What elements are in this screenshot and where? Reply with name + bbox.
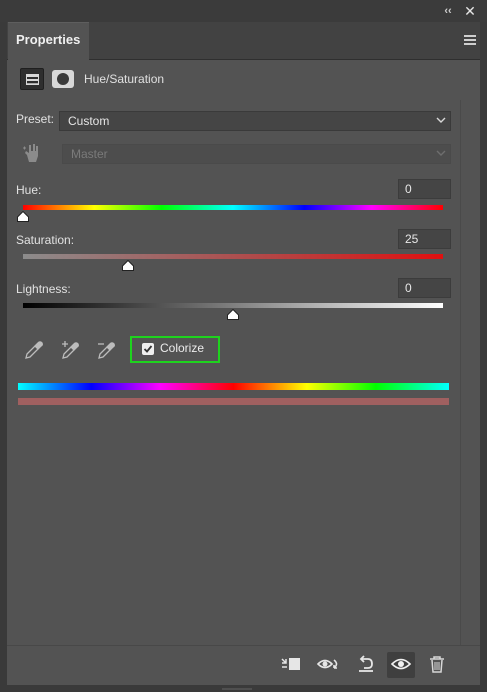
- hue-slider-track[interactable]: [23, 205, 443, 210]
- saturation-slider-track[interactable]: [23, 254, 443, 259]
- output-color-ramp: [18, 398, 449, 405]
- adjustment-title: Hue/Saturation: [84, 72, 165, 86]
- close-icon[interactable]: ✕: [463, 3, 477, 19]
- eyedropper-add-icon[interactable]: [59, 339, 81, 361]
- trash-icon[interactable]: [423, 652, 451, 678]
- chevron-down-icon: [436, 148, 446, 158]
- preset-value: Custom: [68, 114, 110, 128]
- colorize-checkbox[interactable]: Colorize: [130, 336, 220, 363]
- panel-footer: [7, 645, 480, 685]
- resize-grip[interactable]: [222, 688, 252, 690]
- panel-menu-icon[interactable]: [464, 35, 476, 45]
- mask-icon[interactable]: [52, 70, 74, 88]
- scrollbar[interactable]: [460, 100, 461, 645]
- channel-value: Master: [71, 147, 108, 161]
- chevron-down-icon: [436, 115, 446, 125]
- double-chevron-left-icon[interactable]: ‹‹: [441, 4, 455, 18]
- lightness-label: Lightness:: [16, 282, 71, 296]
- colorize-label: Colorize: [160, 341, 205, 355]
- saturation-input[interactable]: 25: [398, 229, 451, 249]
- view-previous-state-icon[interactable]: [315, 652, 343, 678]
- saturation-label: Saturation:: [16, 233, 75, 247]
- lightness-slider-track[interactable]: [23, 303, 443, 308]
- preset-label: Preset:: [16, 112, 55, 126]
- lightness-input[interactable]: 0: [398, 278, 451, 298]
- panel-tab-bar: Properties: [7, 22, 480, 60]
- hue-label: Hue:: [16, 183, 42, 197]
- properties-panel: Hue/Saturation Preset: Custom Master Hue…: [7, 60, 480, 685]
- panel-titlebar: ‹‹ ✕: [0, 0, 487, 22]
- checkbox-checked-icon[interactable]: [142, 343, 154, 355]
- adjustment-layer-icon[interactable]: [20, 68, 44, 90]
- input-color-ramp: [18, 383, 449, 390]
- eyedropper-icon[interactable]: [23, 339, 45, 361]
- targeted-adjustment-hand-icon[interactable]: [22, 142, 42, 164]
- clip-to-layer-icon[interactable]: [277, 652, 305, 678]
- reset-icon[interactable]: [352, 652, 380, 678]
- preset-dropdown[interactable]: Custom: [59, 111, 451, 131]
- lightness-slider-thumb[interactable]: [227, 309, 239, 320]
- channel-dropdown[interactable]: Master: [62, 144, 451, 164]
- visibility-eye-icon[interactable]: [387, 652, 415, 678]
- saturation-slider-thumb[interactable]: [122, 260, 134, 271]
- hue-slider-thumb[interactable]: [17, 211, 29, 222]
- eyedropper-subtract-icon[interactable]: [95, 339, 117, 361]
- tab-properties[interactable]: Properties: [8, 22, 89, 60]
- hue-input[interactable]: 0: [398, 179, 451, 199]
